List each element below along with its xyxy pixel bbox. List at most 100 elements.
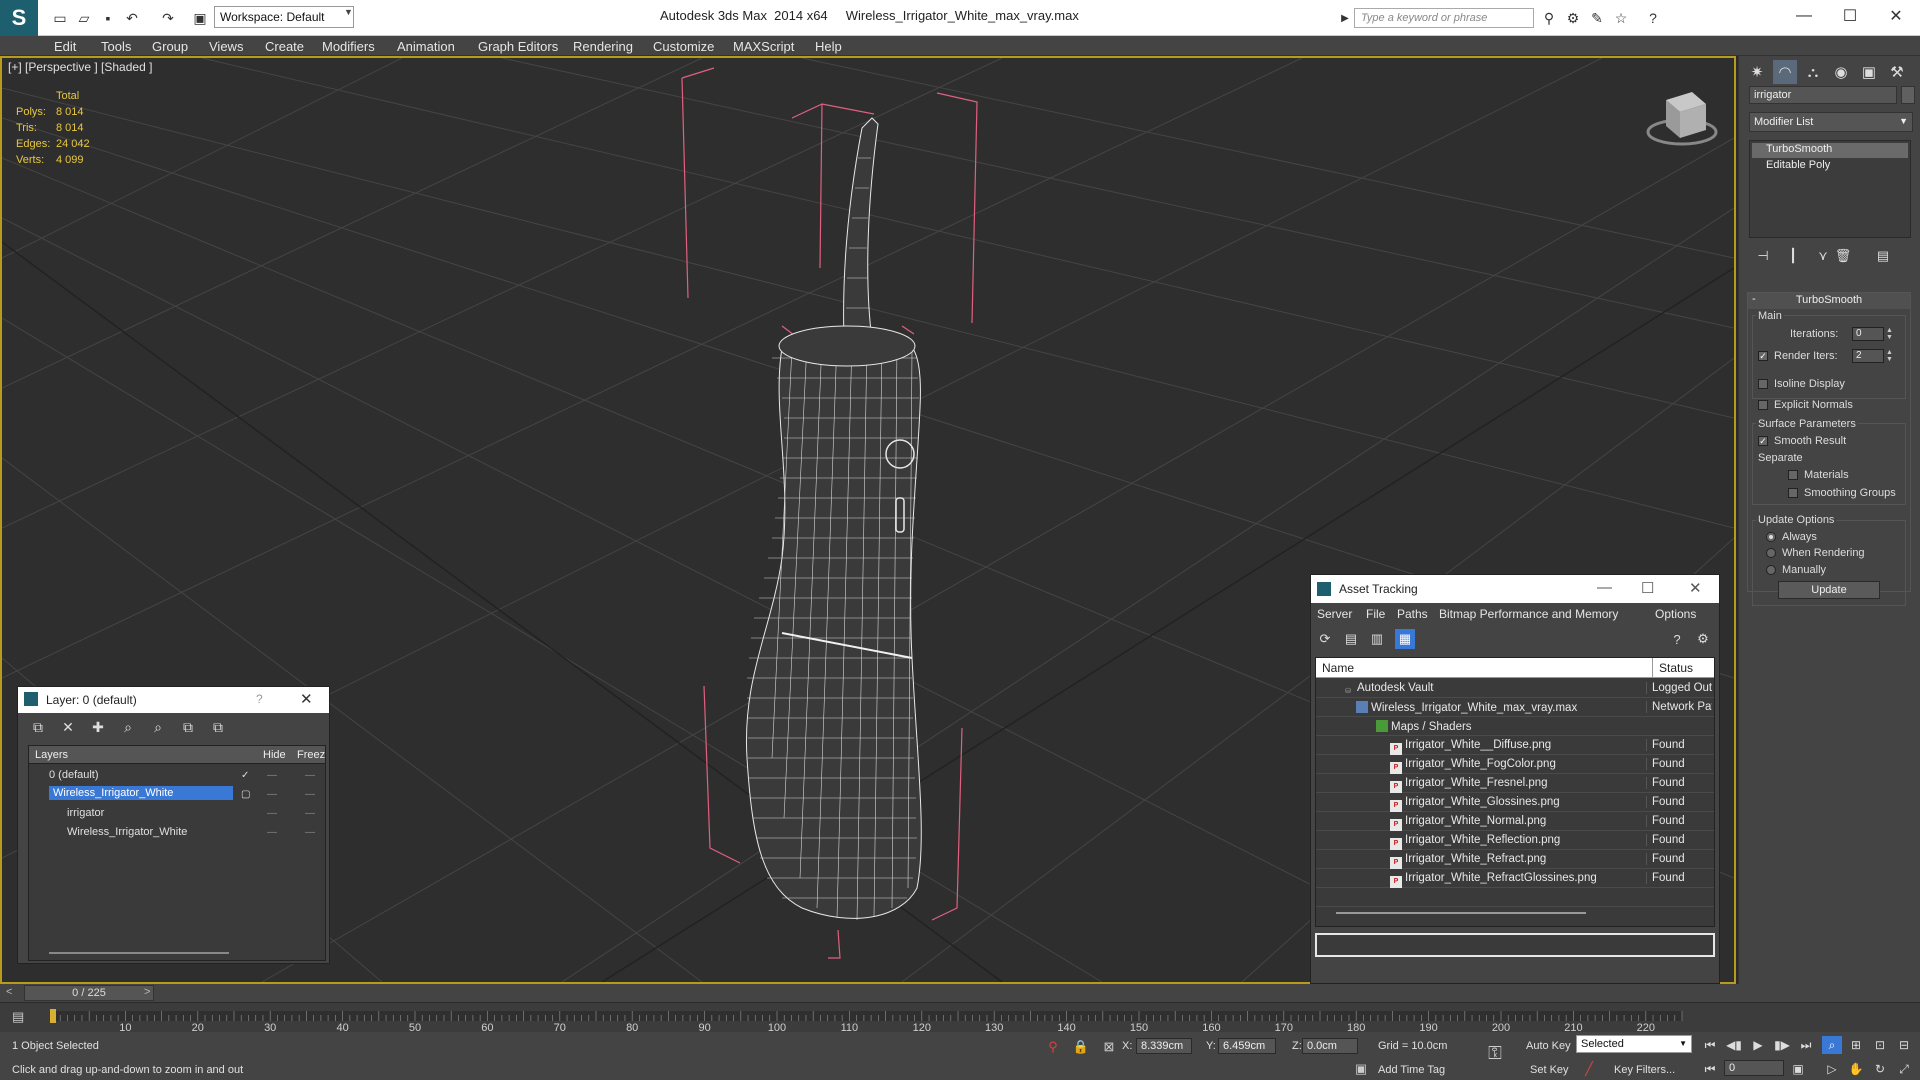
prev-frame-icon[interactable]: < — [6, 986, 12, 998]
render-iters-spinner[interactable]: 2 — [1852, 349, 1884, 363]
menu-server[interactable]: Server — [1317, 607, 1352, 621]
menu-paths[interactable]: Paths — [1397, 607, 1428, 621]
asset-row[interactable]: P Irrigator_White_Glossines.png Found — [1316, 793, 1714, 812]
menu-create[interactable]: Create — [265, 39, 304, 54]
col-status[interactable]: Status — [1652, 658, 1693, 677]
make-unique-icon[interactable]: ⋎ — [1813, 246, 1833, 266]
delete-layer-icon[interactable]: ✕ — [58, 717, 78, 737]
add-time-tag[interactable]: Add Time Tag — [1378, 1064, 1445, 1076]
render-iters-row[interactable]: ✓ Render Iters: — [1758, 350, 1838, 362]
new-file-icon[interactable]: ▭ — [48, 8, 72, 28]
asset-path-input[interactable] — [1315, 933, 1715, 957]
minimize-button[interactable]: — — [1784, 4, 1824, 28]
maximize-icon[interactable]: ☐ — [1641, 579, 1654, 597]
frame-ruler[interactable]: 10 20 30 40 50 60 70 80 90 100 110 120 130 140 150 160 1… — [0, 1003, 1700, 1033]
manually-radio[interactable] — [1766, 565, 1776, 576]
menu-bitmap-performance[interactable]: Bitmap Performance and Memory — [1439, 607, 1618, 621]
current-frame-marker[interactable] — [50, 1009, 56, 1023]
help-icon[interactable]: ? — [1644, 9, 1662, 27]
menu-group[interactable]: Group — [152, 39, 188, 54]
spinner-arrows-icon[interactable]: ▲ ▼ — [1886, 349, 1894, 363]
next-frame-icon[interactable]: > — [144, 986, 150, 998]
smooth-result-row[interactable]: ✓ Smooth Result — [1758, 435, 1846, 447]
search-expand-icon[interactable]: ▶ — [1340, 9, 1350, 27]
subscription-icon[interactable]: ⚙ — [1564, 9, 1582, 27]
utilities-tab-icon[interactable]: ⚒ — [1885, 60, 1909, 84]
x-coordinate-field[interactable]: 8.339cm — [1136, 1038, 1192, 1054]
menu-views[interactable]: Views — [209, 39, 243, 54]
isolate-selection-icon[interactable]: ⚲ — [1044, 1038, 1062, 1056]
communication-icon[interactable]: ✎ — [1588, 9, 1606, 27]
materials-row[interactable]: Materials — [1788, 469, 1849, 481]
explicit-normals-checkbox[interactable] — [1758, 400, 1768, 411]
zoom-extents-all-icon[interactable]: ⊟ — [1894, 1036, 1914, 1054]
menu-maxscript[interactable]: MAXScript — [733, 39, 794, 54]
col-hide[interactable]: Hide — [263, 749, 286, 761]
minimize-icon[interactable]: — — [1597, 579, 1612, 596]
asset-row[interactable]: ⛁Autodesk Vault Logged Out ... — [1316, 679, 1714, 698]
hide-toggle[interactable]: — — [267, 827, 277, 838]
app-logo-icon[interactable]: S — [0, 0, 38, 36]
render-iters-checkbox[interactable]: ✓ — [1758, 351, 1768, 362]
key-icon[interactable]: ╱ — [1580, 1060, 1598, 1078]
freeze-toggle[interactable]: — — [305, 827, 315, 838]
ruler-track[interactable] — [53, 1011, 1682, 1021]
layer-row[interactable]: Wireless_Irrigator_White — — — [29, 823, 325, 842]
viewport-label[interactable]: [+] [Perspective ] [Shaded ] — [8, 60, 152, 74]
col-freeze[interactable]: Freez — [297, 749, 325, 761]
asset-row[interactable]: P Irrigator_White_RefractGlossines.png Fou… — [1316, 869, 1714, 888]
zoom-icon[interactable]: ⌕ — [1822, 1036, 1842, 1054]
freeze-all-icon[interactable]: ⧉ — [208, 717, 228, 737]
spinner-arrows-icon[interactable]: ▲ ▼ — [1886, 327, 1894, 341]
workspace-dropdown[interactable]: Workspace: Default — [214, 6, 354, 28]
hide-all-icon[interactable]: ⧉ — [178, 717, 198, 737]
stack-item-editable-poly[interactable]: Editable Poly — [1752, 159, 1908, 174]
save-file-icon[interactable]: ▪ — [96, 8, 120, 28]
asset-row[interactable]: P Irrigator_White_Fresnel.png Found — [1316, 774, 1714, 793]
always-radio[interactable] — [1766, 532, 1776, 543]
help-icon[interactable]: ? — [256, 692, 263, 706]
layer-row[interactable]: 0 (default) ✓ — — — [29, 766, 325, 785]
y-coordinate-field[interactable]: 6.459cm — [1218, 1038, 1276, 1054]
chevron-down-icon[interactable]: ▼ — [344, 7, 353, 17]
project-folder-icon[interactable]: ▣ — [188, 8, 212, 28]
asset-row[interactable]: Maps / Shaders — [1316, 717, 1714, 736]
time-tag-icon[interactable]: ▣ — [1352, 1060, 1370, 1078]
menu-options[interactable]: Options — [1655, 607, 1696, 621]
go-to-start-icon[interactable]: ⏮ — [1700, 1036, 1720, 1054]
layer-row[interactable]: irrigator — — — [29, 804, 325, 823]
menu-rendering[interactable]: Rendering — [573, 39, 633, 54]
field-of-view-icon[interactable]: ▷ — [1822, 1060, 1842, 1078]
modify-tab-icon[interactable]: ◠ — [1773, 60, 1797, 84]
help-icon[interactable]: ? — [1667, 629, 1687, 649]
active-layer-box-icon[interactable]: ▢ — [241, 789, 250, 800]
menu-edit[interactable]: Edit — [54, 39, 76, 54]
zoom-extents-icon[interactable]: ⊡ — [1870, 1036, 1890, 1054]
pan-icon[interactable]: ✋ — [1846, 1060, 1866, 1078]
settings-icon[interactable]: ⚙ — [1693, 629, 1713, 649]
key-filters-button[interactable]: Key Filters... — [1614, 1064, 1675, 1076]
asset-row[interactable]: P Irrigator_White_Normal.png Found — [1316, 812, 1714, 831]
asset-window-titlebar[interactable]: Asset Tracking — ☐ ✕ — [1311, 575, 1719, 603]
layer-row[interactable]: Wireless_Irrigator_White ▢ — — — [29, 785, 325, 804]
configure-sets-icon[interactable]: ▤ — [1873, 246, 1893, 266]
iterations-spinner[interactable]: 0 — [1852, 327, 1884, 341]
menu-graph-editors[interactable]: Graph Editors — [478, 39, 558, 54]
object-color-swatch[interactable] — [1901, 86, 1915, 104]
select-objects-icon[interactable]: ⌕ — [118, 717, 138, 737]
menu-modifiers[interactable]: Modifiers — [322, 39, 375, 54]
asset-row[interactable]: Wireless_Irrigator_White_max_vray.max Net… — [1316, 698, 1714, 717]
hide-toggle[interactable]: — — [267, 770, 277, 781]
always-row[interactable]: Always — [1766, 531, 1817, 543]
manually-row[interactable]: Manually — [1766, 564, 1826, 576]
when-rendering-radio[interactable] — [1766, 548, 1776, 559]
close-button[interactable]: ✕ — [1876, 4, 1916, 28]
close-icon[interactable]: ✕ — [1689, 579, 1702, 597]
current-frame-field[interactable]: 0 — [1724, 1060, 1784, 1076]
active-layer-check-icon[interactable]: ✓ — [241, 770, 249, 781]
hide-toggle[interactable]: — — [267, 789, 277, 800]
highlight-layer-icon[interactable]: ⌕ — [148, 717, 168, 737]
remove-modifier-icon[interactable]: 🗑 — [1833, 246, 1853, 266]
menu-animation[interactable]: Animation — [397, 39, 455, 54]
freeze-toggle[interactable]: — — [305, 789, 315, 800]
